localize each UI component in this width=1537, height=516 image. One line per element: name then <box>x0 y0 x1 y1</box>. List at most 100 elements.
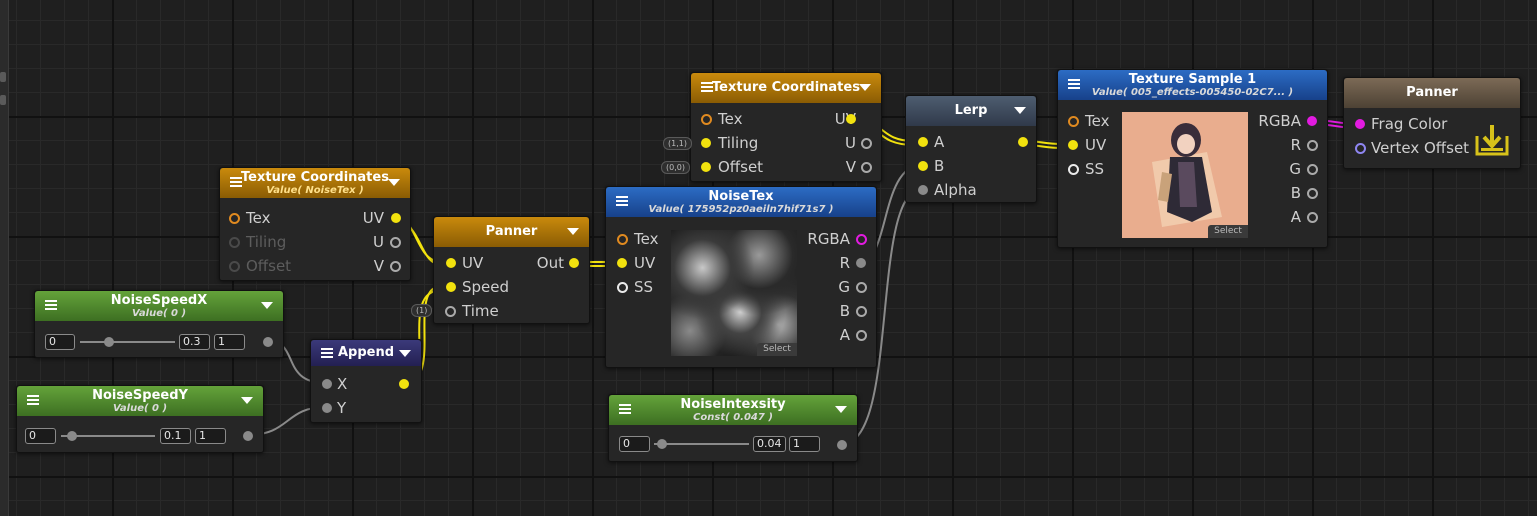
node-header[interactable]: Panner <box>434 217 589 247</box>
output-port-r[interactable] <box>856 258 866 268</box>
output-port-uv[interactable] <box>846 114 856 124</box>
output-port[interactable] <box>263 337 273 347</box>
toolbar-button[interactable] <box>0 95 6 105</box>
input-port-uv[interactable] <box>1068 140 1078 150</box>
min-field[interactable]: 0 <box>45 334 75 350</box>
append-node[interactable]: Append X Y <box>310 339 422 423</box>
input-port-tiling[interactable] <box>229 237 240 248</box>
offset-default-value[interactable]: (0,0) <box>661 161 690 174</box>
input-port-speed[interactable] <box>446 282 456 292</box>
node-header[interactable]: Texture Sample 1 Value( 005_effects-0054… <box>1058 70 1327 100</box>
max-field[interactable]: 1 <box>214 334 245 350</box>
toolbar-button[interactable] <box>0 72 6 82</box>
input-port-tiling[interactable] <box>701 138 711 148</box>
max-field[interactable]: 1 <box>195 428 226 444</box>
output-port-u[interactable] <box>390 237 401 248</box>
panner-node[interactable]: Panner UV Speed Time Out <box>433 216 590 324</box>
input-port-ss[interactable] <box>1068 164 1079 175</box>
output-port[interactable] <box>399 379 409 389</box>
input-port-a[interactable] <box>918 137 928 147</box>
output-port-a[interactable] <box>856 330 867 341</box>
chevron-down-icon[interactable] <box>399 350 411 357</box>
select-texture-button[interactable]: Select <box>757 343 797 356</box>
output-port-rgba[interactable] <box>1307 116 1317 126</box>
input-port-frag-color[interactable] <box>1355 119 1365 129</box>
node-header[interactable]: Append <box>311 340 421 366</box>
input-port-b[interactable] <box>918 161 928 171</box>
input-port-time[interactable] <box>445 306 456 317</box>
node-header[interactable]: NoiseSpeedX Value( 0 ) <box>35 291 283 321</box>
noise-intensity-node[interactable]: NoiseIntexsity Const( 0.047 ) 0 0.04 1 <box>608 394 858 462</box>
input-port-uv[interactable] <box>446 258 456 268</box>
output-port-g[interactable] <box>1307 164 1318 175</box>
output-port-out[interactable] <box>569 258 579 268</box>
value-field[interactable]: 0.3 <box>179 334 210 350</box>
noise-texture-preview[interactable]: Select <box>671 230 797 356</box>
output-port-r[interactable] <box>1307 140 1318 151</box>
input-port-ss[interactable] <box>617 282 628 293</box>
input-port-tex[interactable] <box>617 234 628 245</box>
menu-icon[interactable] <box>321 348 333 358</box>
menu-icon[interactable] <box>230 177 242 187</box>
noise-speed-x-node[interactable]: NoiseSpeedX Value( 0 ) 0 0.3 1 <box>34 290 284 358</box>
chevron-down-icon[interactable] <box>567 228 579 235</box>
input-port-uv[interactable] <box>617 258 627 268</box>
output-port[interactable] <box>1018 137 1028 147</box>
max-field[interactable]: 1 <box>789 436 820 452</box>
output-port-b[interactable] <box>1307 188 1318 199</box>
input-port-tex[interactable] <box>229 213 240 224</box>
value-field[interactable]: 0.04 <box>753 436 786 452</box>
node-header[interactable]: NoiseSpeedY Value( 0 ) <box>17 386 263 416</box>
chevron-down-icon[interactable] <box>859 84 871 91</box>
output-port-v[interactable] <box>390 261 401 272</box>
input-port-offset[interactable] <box>701 162 711 172</box>
slider-knob[interactable] <box>657 439 667 449</box>
menu-icon[interactable] <box>27 395 39 405</box>
menu-icon[interactable] <box>619 404 631 414</box>
output-port-g[interactable] <box>856 282 867 293</box>
time-default-value[interactable]: (1) <box>411 304 433 317</box>
menu-icon[interactable] <box>1068 79 1080 89</box>
texture-sample-1-node[interactable]: Texture Sample 1 Value( 005_effects-0054… <box>1057 69 1328 248</box>
menu-icon[interactable] <box>616 196 628 206</box>
chevron-down-icon[interactable] <box>835 406 847 413</box>
input-port-alpha[interactable] <box>918 185 928 195</box>
node-header[interactable]: Panner <box>1344 78 1520 108</box>
select-texture-button[interactable]: Select <box>1208 225 1248 238</box>
menu-icon[interactable] <box>701 82 713 92</box>
value-field[interactable]: 0.1 <box>160 428 191 444</box>
lerp-node[interactable]: Lerp A B Alpha <box>905 95 1037 203</box>
menu-icon[interactable] <box>45 300 57 310</box>
output-port-u[interactable] <box>861 138 872 149</box>
noise-speed-y-node[interactable]: NoiseSpeedY Value( 0 ) 0 0.1 1 <box>16 385 264 453</box>
node-graph-canvas[interactable]: Texture Coordinates Value( NoiseTex ) Te… <box>0 0 1537 516</box>
output-port-a[interactable] <box>1307 212 1318 223</box>
node-header[interactable]: Lerp <box>906 96 1036 126</box>
value-slider[interactable] <box>654 443 749 445</box>
node-header[interactable]: NoiseTex Value( 175952pz0aeiln7hif71s7 ) <box>606 187 876 217</box>
input-port-tex[interactable] <box>1068 116 1079 127</box>
slider-knob[interactable] <box>67 431 77 441</box>
output-port[interactable] <box>837 440 847 450</box>
output-node[interactable]: Panner Frag Color Vertex Offset <box>1343 77 1521 169</box>
tiling-default-value[interactable]: (1,1) <box>663 137 692 150</box>
node-header[interactable]: Texture Coordinates Value( NoiseTex ) <box>220 168 410 198</box>
min-field[interactable]: 0 <box>619 436 650 452</box>
texture-sample-preview[interactable]: Select <box>1122 112 1248 238</box>
output-port[interactable] <box>243 431 253 441</box>
output-port-uv[interactable] <box>391 213 401 223</box>
node-header[interactable]: Texture Coordinates <box>691 73 881 103</box>
input-port-vertex-offset[interactable] <box>1355 143 1366 154</box>
input-port-offset[interactable] <box>229 261 240 272</box>
min-field[interactable]: 0 <box>25 428 56 444</box>
value-slider[interactable] <box>80 341 175 343</box>
chevron-down-icon[interactable] <box>1014 107 1026 114</box>
node-header[interactable]: NoiseIntexsity Const( 0.047 ) <box>609 395 857 425</box>
input-port-x[interactable] <box>322 379 332 389</box>
output-port-rgba[interactable] <box>856 234 867 245</box>
chevron-down-icon[interactable] <box>388 179 400 186</box>
chevron-down-icon[interactable] <box>261 302 273 309</box>
output-port-v[interactable] <box>861 162 872 173</box>
noisetex-node[interactable]: NoiseTex Value( 175952pz0aeiln7hif71s7 )… <box>605 186 877 368</box>
slider-knob[interactable] <box>104 337 114 347</box>
